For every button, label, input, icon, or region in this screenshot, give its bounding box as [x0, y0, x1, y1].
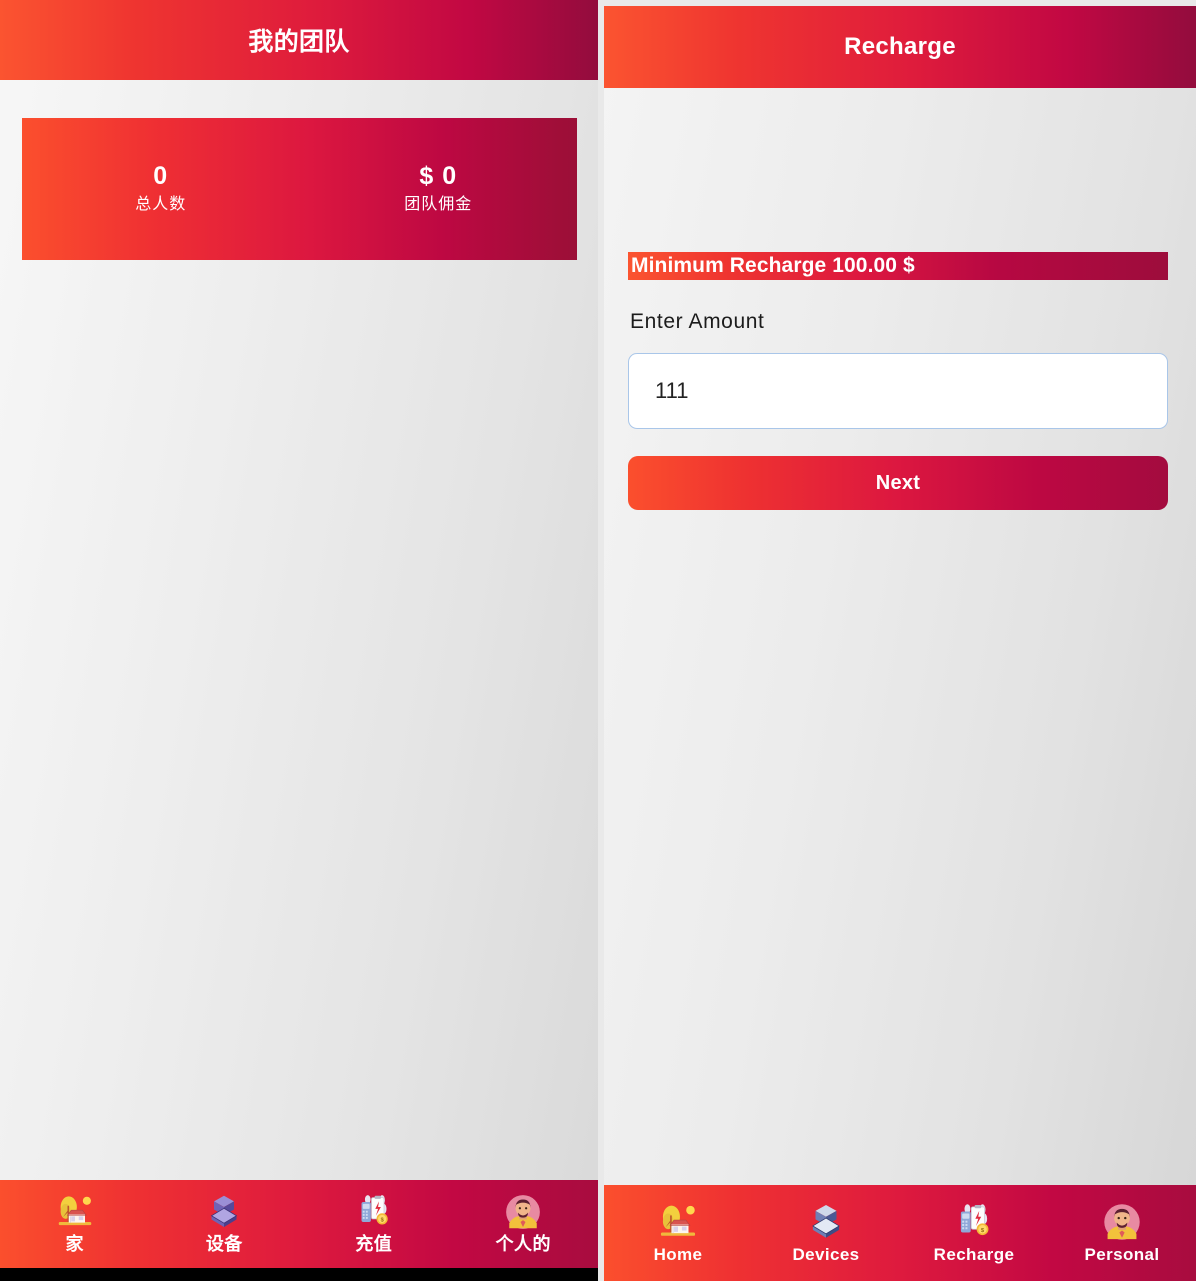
nav-item-recharge[interactable]: $ Recharge [900, 1201, 1048, 1265]
stat-value: 0 [153, 162, 169, 191]
home-icon [58, 1196, 91, 1226]
nav-item-recharge[interactable]: $ 充值 [299, 1192, 449, 1256]
stat-total-members: 0 总人数 [22, 161, 300, 216]
right-app-header: Recharge [604, 6, 1196, 88]
recharge-icon: $ [960, 1204, 989, 1235]
next-button[interactable]: Next [628, 456, 1168, 510]
nav-item-label: Devices [792, 1244, 860, 1264]
nav-item-label: 家 [65, 1234, 84, 1255]
stat-label: 团队佣金 [404, 195, 473, 213]
page-title: 我的团队 [248, 28, 350, 56]
nav-item-personal[interactable]: Personal [1048, 1201, 1196, 1265]
nav-item-devices[interactable]: 设备 [150, 1192, 300, 1256]
left-phone-panel: 我的团队 0 总人数 $ 0 团队佣金 家 设备 $ 充值 个人的 [0, 0, 598, 1281]
nav-item-label: Recharge [933, 1244, 1015, 1264]
minimum-recharge-banner: Minimum Recharge 100.00 $ [628, 252, 1168, 280]
recharge-icon: $ [361, 1195, 388, 1225]
nav-item-devices[interactable]: Devices [752, 1201, 900, 1265]
page-title: Recharge [844, 33, 956, 60]
stat-label: 总人数 [135, 195, 187, 213]
devices-icon [812, 1204, 840, 1238]
home-icon [660, 1205, 696, 1236]
right-phone-panel: Recharge Minimum Recharge 100.00 $ Enter… [598, 0, 1196, 1281]
enter-amount-label: Enter Amount [630, 310, 765, 333]
nav-item-home[interactable]: Home [604, 1201, 752, 1265]
team-summary-card: 0 总人数 $ 0 团队佣金 [22, 118, 577, 260]
stat-team-commission: $ 0 团队佣金 [300, 161, 578, 216]
stat-value: $ 0 [419, 162, 458, 191]
left-bottom-nav: 家 设备 $ 充值 个人的 [0, 1180, 598, 1268]
left-panel-body: 0 总人数 $ 0 团队佣金 [0, 80, 598, 1180]
nav-item-label: Home [653, 1244, 703, 1264]
nav-item-label: 设备 [205, 1234, 243, 1255]
nav-item-label: 充值 [355, 1234, 393, 1255]
right-panel-body: Minimum Recharge 100.00 $ Enter Amount N… [604, 88, 1196, 1185]
nav-item-label: Personal [1084, 1244, 1160, 1264]
dual-phone-screenshot: 我的团队 0 总人数 $ 0 团队佣金 家 设备 $ 充值 个人的 Rechar… [0, 0, 1196, 1281]
nav-item-label: 个人的 [495, 1234, 551, 1255]
left-app-header: 我的团队 [0, 0, 598, 80]
left-panel-bottom-spacer [0, 1268, 598, 1281]
personal-icon [1104, 1204, 1140, 1240]
right-bottom-nav: Home Devices $ Recharge Personal [604, 1185, 1196, 1281]
nav-item-home[interactable]: 家 [0, 1192, 150, 1256]
amount-input[interactable] [628, 353, 1168, 429]
personal-icon [506, 1195, 541, 1230]
nav-item-personal[interactable]: 个人的 [449, 1192, 599, 1256]
devices-icon [211, 1195, 238, 1228]
